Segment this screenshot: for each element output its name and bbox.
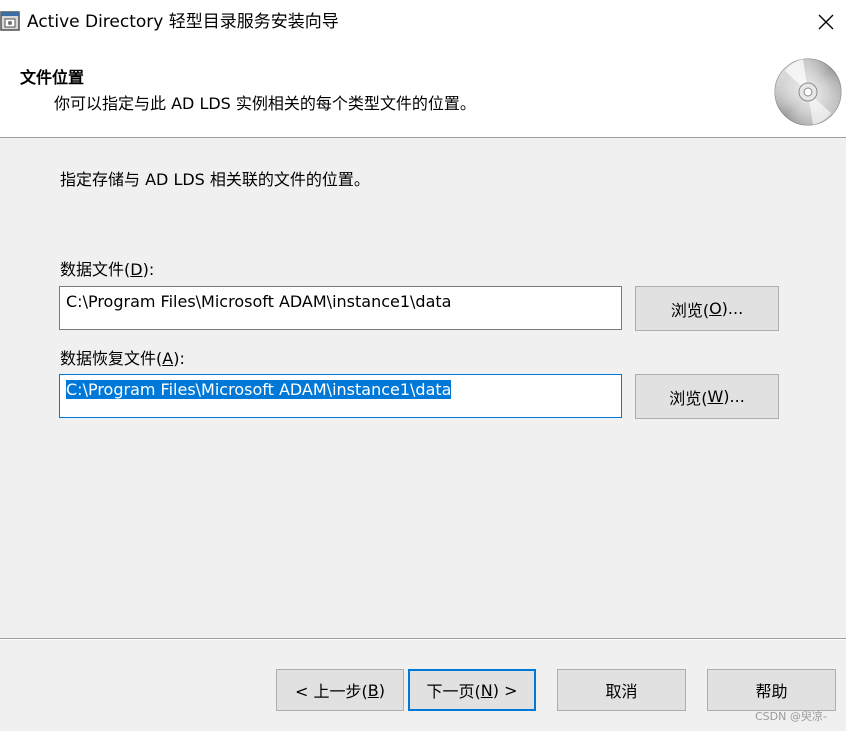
back-button-accel: B — [367, 680, 379, 700]
back-button-prefix: < 上一步( — [295, 682, 368, 701]
data-files-input[interactable]: C:\Program Files\Microsoft ADAM\instance… — [59, 286, 622, 330]
close-button[interactable] — [806, 0, 846, 44]
browse-data-prefix: 浏览( — [670, 300, 710, 320]
next-button-prefix: 下一页( — [426, 682, 481, 701]
back-button[interactable]: < 上一步(B) — [276, 669, 404, 711]
browse-recovery-suffix: )... — [723, 387, 745, 406]
next-button-suffix: ) > — [492, 680, 518, 700]
recovery-files-label: 数据恢复文件(A): — [60, 345, 185, 369]
cd-disc-icon — [774, 58, 842, 126]
close-icon — [818, 14, 834, 30]
page-description: 你可以指定与此 AD LDS 实例相关的每个类型文件的位置。 — [54, 94, 476, 113]
data-files-label-prefix: 数据文件( — [60, 260, 131, 279]
recovery-files-label-accel: A — [162, 349, 174, 368]
watermark-text: CSDN @臾凉- — [755, 710, 827, 723]
wizard-app-icon — [0, 11, 20, 31]
instruction-text: 指定存储与 AD LDS 相关联的文件的位置。 — [60, 170, 370, 189]
window-title: Active Directory 轻型目录服务安装向导 — [27, 12, 339, 32]
wizard-header: 文件位置 你可以指定与此 AD LDS 实例相关的每个类型文件的位置。 — [0, 44, 846, 138]
wizard-window: Active Directory 轻型目录服务安装向导 文件位置 你可以指定与此… — [0, 0, 846, 731]
data-files-label-suffix: ): — [142, 260, 155, 279]
title-bar: Active Directory 轻型目录服务安装向导 — [0, 0, 846, 44]
footer-divider-highlight — [0, 639, 846, 640]
browse-data-suffix: )... — [721, 299, 744, 318]
cancel-button[interactable]: 取消 — [557, 669, 686, 711]
recovery-files-value: C:\Program Files\Microsoft ADAM\instance… — [66, 380, 452, 399]
back-button-suffix: ) — [378, 680, 385, 700]
browse-recovery-files-button[interactable]: 浏览(W)... — [635, 374, 779, 419]
browse-recovery-accel: W — [707, 387, 724, 406]
browse-recovery-prefix: 浏览( — [669, 388, 708, 408]
next-button[interactable]: 下一页(N) > — [408, 669, 536, 711]
recovery-files-input[interactable]: C:\Program Files\Microsoft ADAM\instance… — [59, 374, 622, 418]
page-title: 文件位置 — [20, 68, 85, 87]
browse-data-files-button[interactable]: 浏览(O)... — [635, 286, 779, 331]
next-button-accel: N — [480, 680, 493, 700]
browse-data-accel: O — [709, 299, 722, 318]
recovery-files-label-prefix: 数据恢复文件( — [60, 349, 163, 368]
help-button[interactable]: 帮助 — [707, 669, 836, 711]
recovery-files-label-suffix: ): — [173, 349, 185, 368]
data-files-label: 数据文件(D): — [60, 256, 154, 280]
data-files-value: C:\Program Files\Microsoft ADAM\instance… — [66, 292, 452, 311]
data-files-label-accel: D — [130, 260, 143, 279]
